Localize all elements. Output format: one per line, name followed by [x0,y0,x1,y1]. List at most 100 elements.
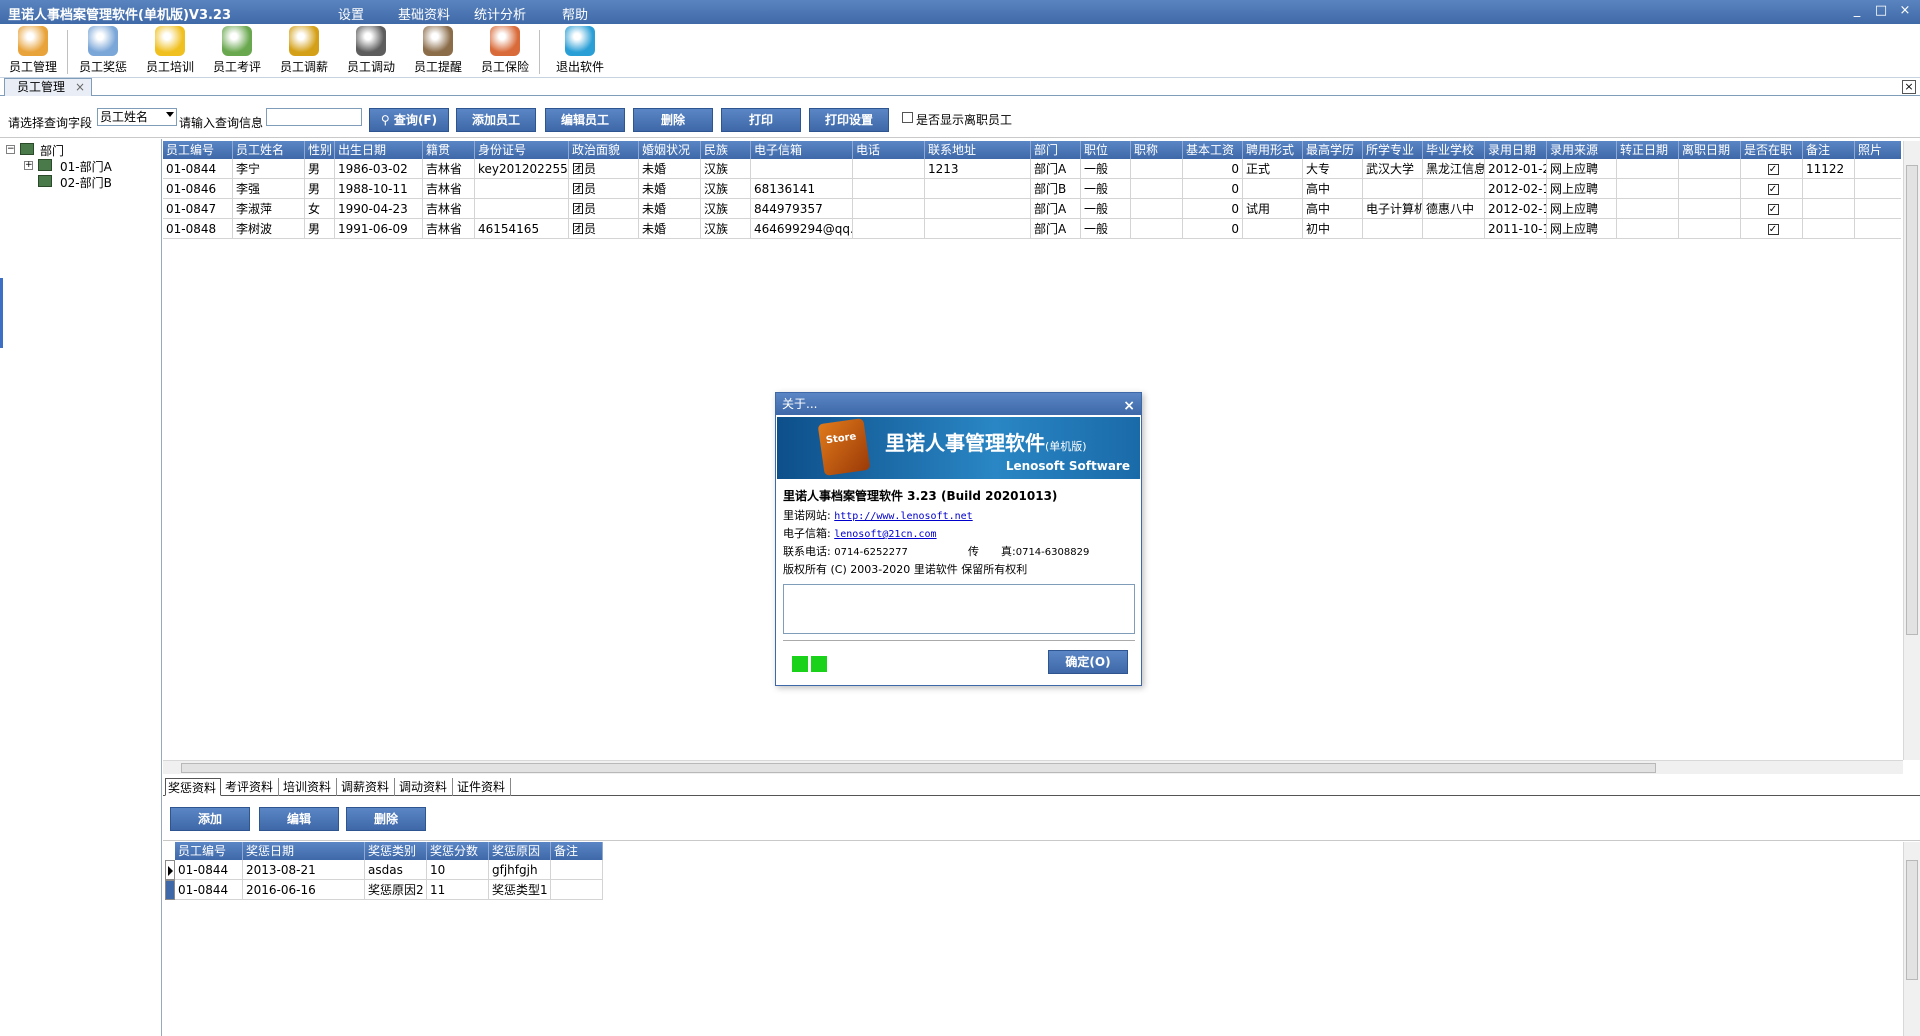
table-cell[interactable]: 汉族 [701,219,751,239]
tree-node-root[interactable]: 部门 [40,142,64,159]
menu-statistics[interactable]: 统计分析 [474,4,526,23]
table-cell[interactable]: 未婚 [639,179,701,199]
table-cell[interactable]: 大专 [1303,159,1363,179]
menu-help[interactable]: 帮助 [562,4,588,23]
column-header[interactable]: 员工编号 [175,842,243,860]
table-cell[interactable]: 464699294@qq.c [751,219,853,239]
table-cell[interactable]: 李宁 [233,159,305,179]
table-cell[interactable] [925,219,1031,239]
grid-vertical-scrollbar[interactable] [1903,141,1920,760]
column-header[interactable]: 转正日期 [1617,141,1679,159]
table-cell[interactable] [853,199,925,219]
table-cell[interactable] [1131,179,1183,199]
column-header[interactable]: 基本工资 [1183,141,1243,159]
table-cell[interactable]: 正式 [1243,159,1303,179]
table-cell[interactable]: 团员 [569,179,639,199]
table-cell[interactable]: 0 [1183,179,1243,199]
table-cell[interactable] [551,860,603,880]
add-employee-button[interactable]: 添加员工 [456,108,536,132]
scroll-thumb[interactable] [1906,860,1918,980]
table-cell[interactable]: 1990-04-23 [335,199,423,219]
tree-node-dept-a[interactable]: 01-部门A [60,158,112,175]
table-cell[interactable]: 01-0844 [175,860,243,880]
collapse-icon[interactable]: − [6,145,15,154]
scroll-thumb[interactable] [1906,165,1918,635]
table-cell[interactable]: 电子计算机 [1363,199,1423,219]
column-header[interactable]: 性别 [305,141,335,159]
table-cell[interactable]: 0 [1183,199,1243,219]
table-cell[interactable] [1679,219,1741,239]
tab-detail-1[interactable]: 考评资料 [223,778,279,796]
column-header[interactable]: 备注 [1803,141,1855,159]
table-cell[interactable]: 01-0847 [163,199,233,219]
table-cell[interactable] [925,179,1031,199]
table-cell[interactable]: 01-0848 [163,219,233,239]
table-cell[interactable]: 01-0844 [163,159,233,179]
table-cell[interactable]: 0 [1183,219,1243,239]
tab-detail-2[interactable]: 培训资料 [281,778,337,796]
table-cell[interactable] [1423,219,1485,239]
grid-horizontal-scrollbar[interactable] [163,760,1903,774]
table-cell[interactable]: 网上应聘 [1547,159,1617,179]
tree-node-dept-b[interactable]: 02-部门B [60,174,112,191]
table-cell[interactable]: 844979357 [751,199,853,219]
table-cell[interactable]: 2012-02-1 [1485,179,1547,199]
table-cell[interactable]: 李强 [233,179,305,199]
table-cell[interactable]: 汉族 [701,159,751,179]
table-cell[interactable]: 0 [1183,159,1243,179]
table-cell[interactable]: 团员 [569,219,639,239]
minimize-button[interactable]: _ [1848,3,1866,19]
table-cell[interactable]: 1213 [925,159,1031,179]
table-cell[interactable]: 部门A [1031,159,1081,179]
table-cell[interactable]: 2012-01-2 [1485,159,1547,179]
toolbar-award-button[interactable]: 员工奖惩 [73,26,133,76]
menu-settings[interactable]: 设置 [338,4,364,23]
table-cell[interactable]: 01-0846 [163,179,233,199]
table-cell[interactable]: 武汉大学 [1363,159,1423,179]
table-cell[interactable] [1423,179,1485,199]
table-cell[interactable]: 吉林省 [423,179,475,199]
table-cell[interactable] [1363,219,1423,239]
column-header[interactable]: 所学专业 [1363,141,1423,159]
column-header[interactable]: 奖惩日期 [243,842,365,860]
table-cell[interactable]: 11122 [1803,159,1855,179]
table-cell[interactable]: 部门A [1031,199,1081,219]
table-cell[interactable]: 试用 [1243,199,1303,219]
close-button[interactable]: × [1896,3,1914,19]
table-cell[interactable]: 奖惩原因2 [365,880,427,900]
column-header[interactable]: 员工编号 [163,141,233,159]
close-all-tabs-icon[interactable]: × [1902,80,1916,94]
column-header[interactable]: 备注 [551,842,603,860]
query-input[interactable] [266,108,362,126]
table-cell[interactable]: ✓ [1741,219,1803,239]
about-memo[interactable] [783,584,1135,634]
delete-employee-button[interactable]: 删除 [633,108,713,132]
table-cell[interactable]: 高中 [1303,199,1363,219]
table-cell[interactable]: gfjhfgjh [489,860,551,880]
table-cell[interactable]: 李树波 [233,219,305,239]
table-cell[interactable] [1679,179,1741,199]
edit-employee-button[interactable]: 编辑员工 [545,108,625,132]
print-settings-button[interactable]: 打印设置 [809,108,889,132]
table-cell[interactable]: 未婚 [639,159,701,179]
table-cell[interactable]: 部门A [1031,219,1081,239]
table-cell[interactable] [1363,179,1423,199]
table-cell[interactable]: 男 [305,159,335,179]
table-cell[interactable] [1243,219,1303,239]
toolbar-user-button[interactable]: 员工管理 [3,26,63,76]
toolbar-exit-button[interactable]: 退出软件 [550,26,610,76]
table-cell[interactable] [751,159,853,179]
column-header[interactable]: 部门 [1031,141,1081,159]
website-link[interactable]: http://www.lenosoft.net [834,511,972,522]
table-cell[interactable]: key2012022554 [475,159,569,179]
table-cell[interactable]: 10 [427,860,489,880]
table-cell[interactable] [1679,159,1741,179]
table-cell[interactable] [475,179,569,199]
column-header[interactable]: 籍贯 [423,141,475,159]
detail-add-button[interactable]: 添加 [170,807,250,831]
table-cell[interactable]: 团员 [569,159,639,179]
detail-delete-button[interactable]: 删除 [346,807,426,831]
toolbar-insurance-button[interactable]: 员工保险 [475,26,535,76]
toolbar-transfer-button[interactable]: 员工调动 [341,26,401,76]
column-header[interactable]: 照片 [1855,141,1901,159]
